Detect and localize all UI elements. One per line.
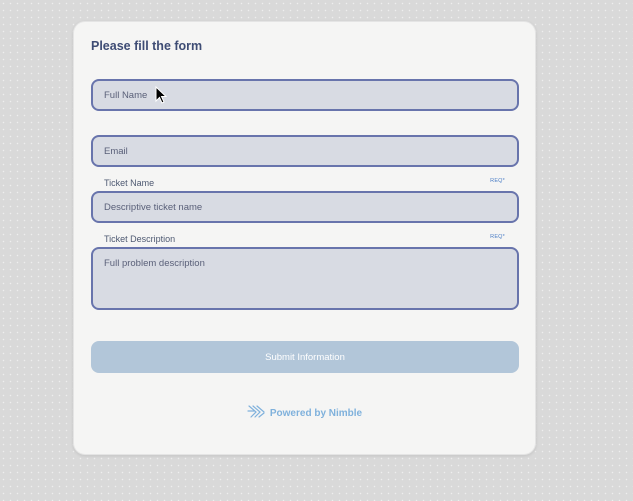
powered-by-text: Powered by Nimble — [269, 407, 363, 419]
ticket-name-input[interactable] — [91, 191, 519, 223]
form-card: Please fill the form Ticket Name REQ* Ti… — [73, 21, 536, 455]
full-name-input[interactable] — [91, 79, 519, 111]
nimble-logo-icon — [247, 404, 266, 422]
ticket-name-required-marker: REQ* — [490, 178, 505, 184]
ticket-name-label: Ticket Name — [104, 178, 155, 188]
ticket-description-textarea[interactable] — [91, 247, 519, 310]
form-title: Please fill the form — [91, 39, 203, 53]
ticket-description-label: Ticket Description — [104, 234, 176, 244]
powered-by-link[interactable]: Powered by Nimble — [74, 404, 535, 422]
submit-button[interactable]: Submit Information — [91, 341, 519, 373]
ticket-description-required-marker: REQ* — [490, 234, 505, 240]
email-input[interactable] — [91, 135, 519, 167]
